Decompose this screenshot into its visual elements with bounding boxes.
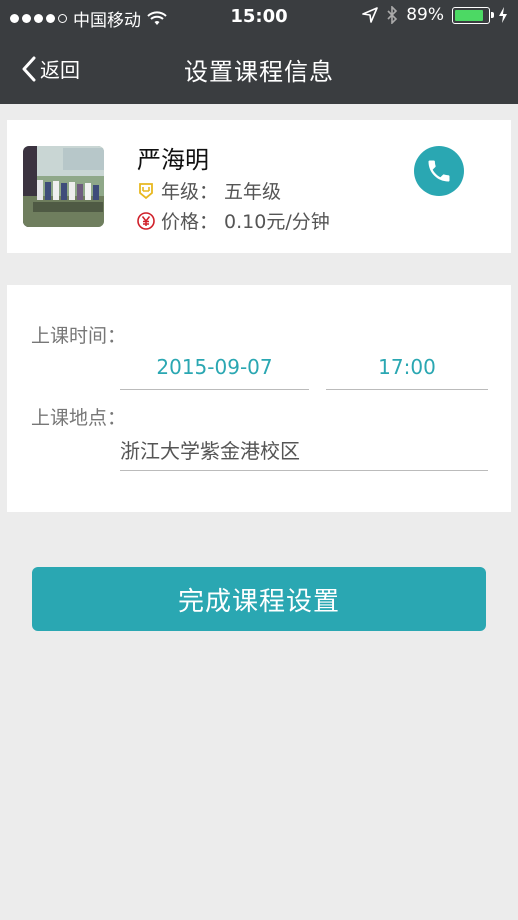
- location-field[interactable]: 浙江大学紫金港校区: [120, 435, 488, 471]
- price-row: 价格： 0.10元/分钟: [137, 207, 330, 234]
- date-field[interactable]: 2015-09-07: [120, 355, 309, 390]
- grade-value: 五年级: [224, 181, 282, 203]
- charging-bolt-icon: [499, 7, 507, 23]
- avatar-photo: [23, 146, 104, 227]
- grade-label: 年级：: [161, 181, 219, 203]
- status-right: 89%: [362, 5, 508, 25]
- call-button[interactable]: [414, 146, 464, 196]
- battery-icon: [452, 6, 494, 24]
- time-field[interactable]: 17:00: [326, 355, 488, 390]
- class-time-label: 上课时间：: [31, 325, 127, 347]
- price-value: 0.10元/分钟: [224, 211, 330, 233]
- complete-setup-button[interactable]: 完成课程设置: [32, 567, 486, 631]
- phone-icon: [428, 160, 450, 182]
- teacher-name: 严海明: [137, 146, 209, 174]
- avatar: [23, 146, 104, 227]
- bluetooth-icon: [387, 6, 398, 24]
- grade-row: 年级： 五年级: [137, 177, 281, 204]
- page-title: 设置课程信息: [184, 58, 334, 86]
- battery-fill: [455, 9, 484, 21]
- badge-icon: [139, 182, 153, 199]
- schedule-card: 上课时间： 2015-09-07 17:00 上课地点： 浙江大学紫金港校区: [7, 285, 511, 512]
- navigation-bar: 返回 设置课程信息: [0, 40, 518, 98]
- status-bar: 中国移动 15:00 89%: [0, 0, 518, 34]
- location-arrow-icon: [362, 7, 379, 23]
- top-bar: 中国移动 15:00 89% 返回 设置课程信息: [0, 0, 518, 104]
- battery-percent: 89%: [406, 5, 444, 25]
- yen-icon: [137, 211, 155, 230]
- class-place-label: 上课地点：: [31, 407, 127, 429]
- price-label: 价格：: [161, 211, 219, 233]
- teacher-card: 严海明 年级： 五年级 价格： 0.10元/分钟: [7, 120, 511, 253]
